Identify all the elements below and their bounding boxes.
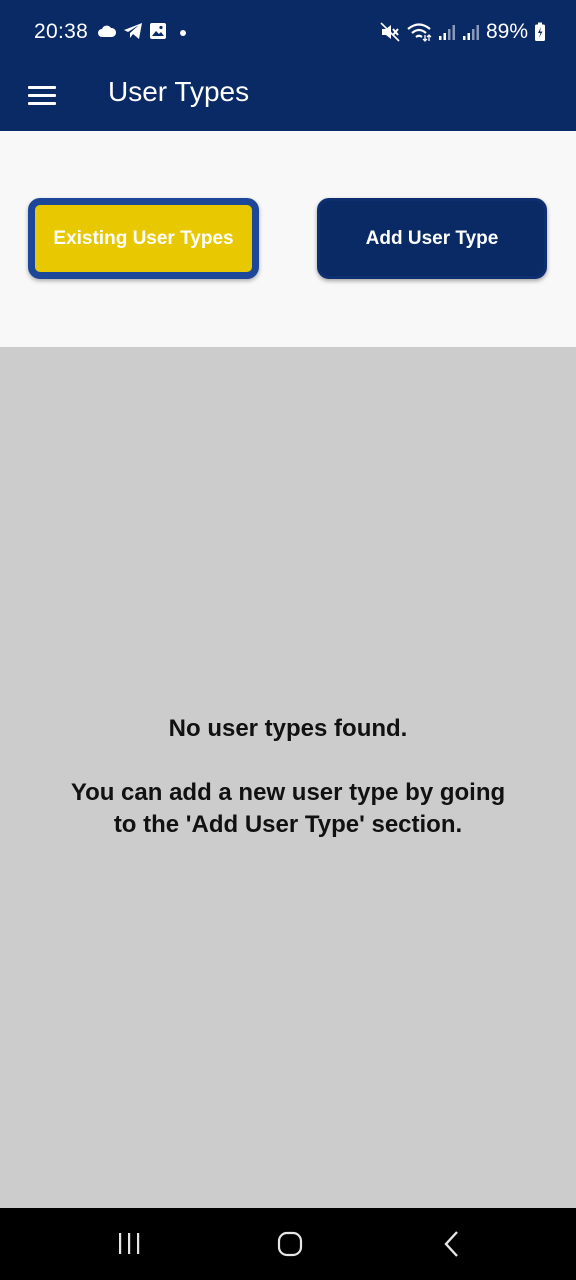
page-title: User Types xyxy=(108,76,250,107)
recent-apps-button[interactable] xyxy=(109,1226,149,1262)
battery-percent: 89% xyxy=(485,20,528,43)
dot-icon xyxy=(180,30,186,36)
app-bar: User Types xyxy=(0,66,576,131)
home-icon xyxy=(277,1231,303,1257)
empty-state-description: You can add a new user type by going to … xyxy=(70,779,506,838)
image-icon xyxy=(150,23,166,39)
back-button[interactable] xyxy=(432,1226,472,1262)
existing-user-types-button[interactable]: Existing User Types xyxy=(28,198,259,279)
cloud-icon xyxy=(98,25,117,37)
recent-apps-icon xyxy=(119,1233,140,1254)
hamburger-menu-button[interactable] xyxy=(24,78,60,114)
home-button[interactable] xyxy=(270,1226,310,1262)
wifi-icon xyxy=(407,23,432,42)
back-icon xyxy=(444,1231,458,1257)
status-time: 20:38 xyxy=(34,20,89,43)
battery-icon xyxy=(535,22,545,41)
add-user-type-button[interactable]: Add User Type xyxy=(317,198,547,279)
empty-state-title: No user types found. xyxy=(168,715,408,742)
status-icons-right: 89% xyxy=(380,20,546,44)
signal-icon xyxy=(438,25,455,40)
mute-icon xyxy=(380,22,400,42)
status-bar: 20:38 89% xyxy=(0,0,576,66)
tab-panel: Existing User Types Add User Type xyxy=(0,131,576,347)
empty-state-area: No user types found. You can add a new u… xyxy=(0,347,576,1208)
status-icons-left xyxy=(97,22,189,40)
telegram-icon xyxy=(124,23,142,39)
signal-icon xyxy=(462,25,479,40)
system-navigation-bar xyxy=(0,1208,576,1280)
